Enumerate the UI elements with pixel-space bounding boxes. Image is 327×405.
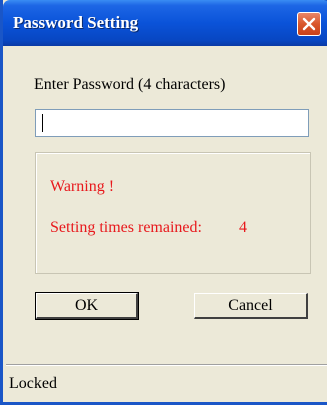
- dialog-body: Enter Password (4 characters) Warning ! …: [6, 46, 327, 402]
- password-setting-window: Password Setting Enter Password (4 chara…: [0, 0, 327, 405]
- window-title: Password Setting: [13, 13, 139, 32]
- close-button[interactable]: [297, 12, 321, 36]
- warning-title: Warning !: [50, 178, 115, 195]
- password-label: Enter Password (4 characters): [34, 76, 226, 93]
- status-text: Locked: [9, 375, 57, 392]
- setting-times-count: 4: [239, 219, 247, 236]
- text-caret: [42, 114, 43, 132]
- status-bar: Locked: [6, 364, 327, 402]
- warning-group-box: Warning ! Setting times remained: 4: [35, 152, 311, 274]
- ok-button[interactable]: OK: [35, 292, 139, 320]
- cancel-button[interactable]: Cancel: [194, 293, 308, 319]
- title-bar[interactable]: Password Setting: [3, 0, 327, 46]
- setting-times-label: Setting times remained:: [50, 219, 202, 236]
- close-icon: [302, 17, 316, 31]
- password-input[interactable]: [35, 109, 309, 137]
